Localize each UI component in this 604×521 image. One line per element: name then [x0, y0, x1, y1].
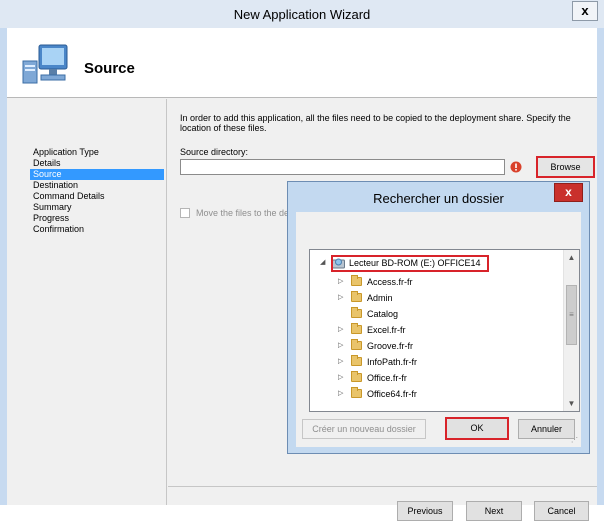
collapsed-arrow-icon[interactable]: ▷ [338, 374, 346, 382]
expanded-arrow-icon[interactable]: ◢ [320, 259, 328, 267]
collapsed-arrow-icon[interactable]: ▷ [338, 278, 346, 286]
wizard-nav: Application Type Details Source Destinat… [7, 99, 167, 505]
dialog-titlebar[interactable]: Rechercher un dossier x [288, 182, 589, 212]
nav-item-confirmation[interactable]: Confirmation [30, 224, 164, 235]
previous-button[interactable]: Previous [397, 501, 453, 521]
folder-icon [351, 307, 362, 318]
collapsed-arrow-icon[interactable]: ▷ [338, 358, 346, 366]
collapsed-arrow-icon[interactable]: ▷ [338, 326, 346, 334]
collapsed-arrow-icon[interactable]: ▷ [338, 390, 346, 398]
collapsed-arrow-icon[interactable]: ▷ [338, 342, 346, 350]
tree-scrollbar[interactable]: ▲ ≡ ▼ [563, 250, 579, 411]
dialog-cancel-button[interactable]: Annuler [518, 419, 575, 439]
folder-tree[interactable]: ◢ Lecteur BD-ROM (E:) OFFICE14 ▷ Access.… [309, 249, 580, 412]
tree-label-folder: InfoPath.fr-fr [367, 357, 418, 367]
source-directory-input[interactable] [180, 159, 505, 175]
browse-button[interactable]: Browse [536, 156, 595, 178]
wizard-title: New Application Wizard [233, 7, 371, 22]
folder-icon [351, 339, 362, 350]
nav-item-details[interactable]: Details [30, 158, 164, 169]
folder-icon [351, 323, 362, 334]
tree-row-folder[interactable]: ▷ InfoPath.fr-fr [330, 354, 530, 370]
nav-item-application-type[interactable]: Application Type [30, 147, 164, 158]
tree-row-folder[interactable]: ▷ Admin [330, 290, 530, 306]
collapsed-arrow-icon[interactable]: ▷ [338, 294, 346, 302]
tree-label-folder: Catalog [367, 309, 399, 319]
nav-item-source[interactable]: Source [30, 169, 164, 180]
tree-label-folder: Office.fr-fr [367, 373, 407, 383]
scroll-thumb[interactable]: ≡ [566, 285, 577, 345]
wizard-close-button[interactable]: x [572, 1, 598, 21]
instructions-text: In order to add this application, all th… [180, 113, 571, 133]
next-button[interactable]: Next [466, 501, 522, 521]
new-folder-button[interactable]: Créer un nouveau dossier [302, 419, 426, 439]
tree-row-folder[interactable]: Catalog [330, 306, 530, 322]
move-files-checkbox[interactable] [180, 208, 190, 218]
error-icon [510, 161, 522, 173]
wizard-header: Source [7, 28, 597, 98]
footer-divider [168, 486, 597, 487]
dialog-title: Rechercher un dossier [373, 191, 504, 206]
tree-label-folder: Groove.fr-fr [367, 341, 414, 351]
tree-row-folder[interactable]: ▷ Office64.fr-fr [330, 386, 530, 402]
tree-row-folder[interactable]: ▷ Office.fr-fr [330, 370, 530, 386]
resize-grip-icon[interactable]: ⋰ [571, 437, 579, 445]
move-files-label: Move the files to the de [196, 208, 290, 218]
wizard-titlebar[interactable]: New Application Wizard x [0, 0, 604, 28]
folder-icon [351, 387, 362, 398]
folder-icon [351, 275, 362, 286]
folder-icon [351, 355, 362, 366]
tree-label-folder: Admin [367, 293, 393, 303]
page-title: Source [84, 60, 135, 77]
folder-icon [351, 291, 362, 302]
scroll-up-icon[interactable]: ▲ [564, 250, 579, 265]
tree-label-folder: Access.fr-fr [367, 277, 413, 287]
ok-button[interactable]: OK [445, 417, 509, 440]
folder-icon [351, 371, 362, 382]
tree-row-folder[interactable]: ▷ Access.fr-fr [330, 274, 530, 290]
tree-row-folder[interactable]: ▷ Groove.fr-fr [330, 338, 530, 354]
nav-item-destination[interactable]: Destination [30, 180, 164, 191]
cancel-button[interactable]: Cancel [534, 501, 589, 521]
computer-icon [22, 44, 68, 84]
drive-highlight-box [331, 255, 489, 272]
dialog-client: ◢ Lecteur BD-ROM (E:) OFFICE14 ▷ Access.… [296, 212, 581, 447]
tree-label-folder: Excel.fr-fr [367, 325, 406, 335]
scroll-down-icon[interactable]: ▼ [564, 396, 579, 411]
nav-item-progress[interactable]: Progress [30, 213, 164, 224]
source-directory-label: Source directory: [180, 147, 249, 157]
tree-label-folder: Office64.fr-fr [367, 389, 417, 399]
dialog-close-button[interactable]: x [554, 183, 583, 202]
nav-item-command-details[interactable]: Command Details [30, 191, 164, 202]
tree-row-folder[interactable]: ▷ Excel.fr-fr [330, 322, 530, 338]
nav-item-summary[interactable]: Summary [30, 202, 164, 213]
browse-folder-dialog: Rechercher un dossier x ◢ Lecteur BD-ROM… [287, 181, 590, 454]
